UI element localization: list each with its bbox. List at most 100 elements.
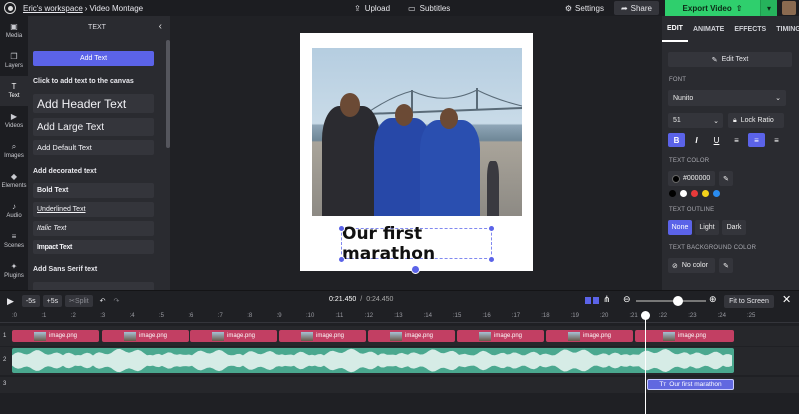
top-bar: Eric's workspace › Video Montage ⇪ Upload…: [0, 0, 799, 16]
font-select[interactable]: Nunito ⌄: [668, 90, 786, 106]
rail-item-layers[interactable]: ❐ Layers: [0, 46, 28, 76]
snap-toggle-icon[interactable]: [585, 297, 599, 304]
align-right-icon[interactable]: ≡: [768, 133, 785, 147]
clip-label: image.png: [315, 333, 345, 339]
italic-text-option[interactable]: Italic Text: [33, 221, 154, 236]
chevron-down-icon: ⌄: [775, 95, 781, 102]
bold-text-option[interactable]: Bold Text: [33, 183, 154, 198]
avatar[interactable]: [782, 1, 796, 15]
settings-button[interactable]: ⚙ Settings: [565, 4, 604, 13]
rail-item-audio[interactable]: ♪ Audio: [0, 196, 28, 226]
fit-to-screen-button[interactable]: Fit to Screen: [724, 295, 774, 308]
bg-eyedropper-icon[interactable]: ✎: [719, 258, 733, 273]
resize-handle-top-left[interactable]: [338, 225, 345, 232]
project-title[interactable]: Video Montage: [89, 4, 143, 13]
resize-handle-top-right[interactable]: [488, 225, 495, 232]
rail-item-scenes[interactable]: ≡ Scenes: [0, 226, 28, 256]
rotate-handle-icon[interactable]: [411, 265, 420, 274]
background-color-picker[interactable]: ⊘ No color: [668, 258, 715, 273]
tab-timing[interactable]: TIMING: [771, 16, 799, 42]
zoom-slider[interactable]: [636, 296, 706, 306]
sans-serif-option[interactable]: [33, 282, 154, 290]
time-ruler[interactable]: :0:1:2:3:4:5:6:7:8:9:10:11:12:13:14:15:1…: [0, 312, 799, 322]
ruler-tick-label: :8: [247, 313, 253, 319]
export-options-chevron-icon[interactable]: ▾: [760, 0, 777, 16]
text-color-picker[interactable]: #000000: [668, 171, 715, 186]
clip-thumbnail: [478, 331, 491, 341]
subtitles-button[interactable]: ▭ Subtitles: [408, 4, 450, 13]
add-default-text-option[interactable]: Add Default Text: [33, 140, 154, 155]
caption-text[interactable]: Our first marathon: [341, 224, 492, 264]
zoom-slider-knob[interactable]: [673, 296, 683, 306]
rail-item-text[interactable]: T Text: [0, 76, 28, 106]
clip-thumbnail: [300, 331, 313, 341]
undo-icon[interactable]: ↶: [100, 297, 106, 305]
rail-item-media[interactable]: ▣ Media: [0, 16, 28, 46]
app-logo-icon[interactable]: [4, 2, 16, 14]
rail-item-plugins[interactable]: ✦ Plugins: [0, 256, 28, 286]
split-button[interactable]: ✂︎ Split: [65, 295, 93, 307]
text-clip[interactable]: Tт Our first marathon: [647, 379, 734, 390]
swatch-blue[interactable]: [713, 190, 720, 197]
marathon-photo[interactable]: [312, 48, 522, 216]
swatch-yellow[interactable]: [702, 190, 709, 197]
chevron-left-icon[interactable]: ‹: [159, 21, 162, 32]
image-clip[interactable]: image.png: [635, 330, 734, 342]
resize-handle-bottom-left[interactable]: [338, 256, 345, 263]
impact-text-option[interactable]: Impact Text: [33, 240, 154, 254]
audio-waveform[interactable]: [12, 348, 734, 373]
bold-button[interactable]: B: [668, 133, 685, 147]
add-header-text-option[interactable]: Add Header Text: [33, 94, 154, 113]
image-clip[interactable]: image.png: [457, 330, 544, 342]
italic-button[interactable]: I: [688, 133, 705, 147]
ruler-tick-label: :14: [423, 313, 432, 319]
underline-button[interactable]: U: [708, 133, 725, 147]
align-center-icon[interactable]: ≡: [748, 133, 765, 147]
image-clip[interactable]: image.png: [12, 330, 99, 342]
tab-animate[interactable]: ANIMATE: [688, 16, 729, 42]
image-clip[interactable]: image.png: [279, 330, 366, 342]
rail-item-elements[interactable]: ◆ Elements: [0, 166, 28, 196]
underlined-text-option[interactable]: Underlined Text: [33, 202, 154, 217]
share-button[interactable]: ➦ Share: [613, 1, 659, 15]
outline-none-button[interactable]: None: [668, 220, 692, 235]
marker-icon[interactable]: ⋔: [603, 294, 611, 305]
playhead[interactable]: [645, 312, 646, 414]
export-video-button[interactable]: Export Video ⇧: [665, 0, 760, 16]
outline-light-button[interactable]: Light: [695, 220, 719, 235]
zoom-in-icon[interactable]: ⊕: [709, 294, 717, 305]
add-large-text-option[interactable]: Add Large Text: [33, 118, 154, 136]
image-clip[interactable]: image.png: [546, 330, 633, 342]
add-text-button[interactable]: Add Text: [33, 51, 154, 66]
playhead-handle[interactable]: [641, 311, 650, 320]
lock-ratio-button[interactable]: 🔒︎ Lock Ratio: [728, 113, 784, 128]
rail-item-videos[interactable]: ▶ Videos: [0, 106, 28, 136]
close-timeline-icon[interactable]: ✕: [782, 293, 791, 306]
font-size-select[interactable]: 51 ⌄: [668, 113, 723, 128]
eyedropper-icon[interactable]: ✎: [719, 171, 733, 186]
redo-icon[interactable]: ↷: [114, 297, 120, 305]
upload-button[interactable]: ⇪ Upload: [354, 4, 390, 13]
forward-5s-button[interactable]: +5s: [42, 295, 63, 307]
swatch-black[interactable]: [669, 190, 676, 197]
back-5s-button[interactable]: -5s: [21, 295, 40, 307]
workspace-link[interactable]: Eric's workspace: [23, 4, 83, 13]
text-background-label: TEXT BACKGROUND COLOR: [669, 245, 757, 251]
text-panel: TEXT ‹ Add Text Click to add text to the…: [28, 16, 166, 290]
canvas-area[interactable]: Our first marathon: [170, 16, 662, 290]
tab-effects[interactable]: EFFECTS: [729, 16, 771, 42]
image-clip[interactable]: image.png: [368, 330, 455, 342]
rail-item-images[interactable]: ⌕ Images: [0, 136, 28, 166]
image-clip[interactable]: image.png: [190, 330, 277, 342]
resize-handle-bottom-right[interactable]: [488, 256, 495, 263]
outline-dark-button[interactable]: Dark: [722, 220, 746, 235]
align-left-icon[interactable]: ≡: [728, 133, 745, 147]
edit-text-button[interactable]: ✎ Edit Text: [668, 52, 792, 67]
swatch-red[interactable]: [691, 190, 698, 197]
play-icon[interactable]: ▶: [7, 296, 14, 307]
image-clip[interactable]: image.png: [102, 330, 189, 342]
tab-edit[interactable]: EDIT: [662, 16, 688, 42]
zoom-out-icon[interactable]: ⊖: [623, 294, 631, 305]
swatch-white[interactable]: [680, 190, 687, 197]
images-icon: ⌕: [11, 142, 17, 151]
